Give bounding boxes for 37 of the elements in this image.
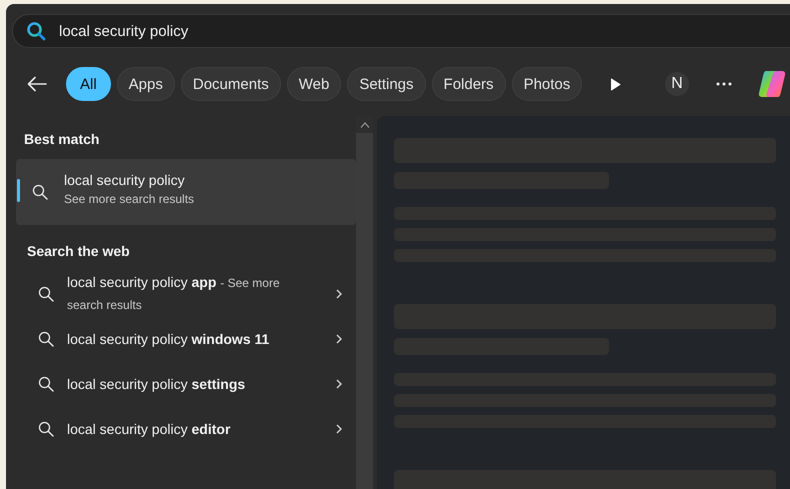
chevron-icon bbox=[336, 288, 342, 298]
back-icon[interactable] bbox=[27, 76, 47, 92]
search-icon bbox=[26, 21, 46, 41]
best-match-item[interactable]: local security policy See more search results bbox=[16, 159, 356, 225]
filter-tab[interactable]: Folders bbox=[432, 67, 506, 101]
web-result-item[interactable]: local security policy app - See more search results bbox=[6, 271, 356, 316]
result-title: local security policy editor bbox=[67, 420, 230, 439]
result-title: local security policy settings bbox=[67, 374, 246, 394]
filter-tab[interactable]: Apps bbox=[116, 67, 175, 101]
result-title: local security policy bbox=[64, 172, 186, 188]
chevron-icon bbox=[336, 424, 342, 434]
filter-tab[interactable]: Web bbox=[286, 67, 342, 101]
search-icon bbox=[38, 420, 54, 436]
scrollbar[interactable] bbox=[356, 116, 373, 489]
chevron-icon bbox=[336, 378, 342, 388]
result-title: local security policy app - See more search results bbox=[67, 273, 281, 314]
filter-tab[interactable]: Settings bbox=[347, 67, 426, 101]
result-title: local security policy windows 11 bbox=[67, 330, 270, 349]
section-heading: Best match bbox=[23, 130, 100, 145]
account-button[interactable]: N bbox=[665, 72, 689, 96]
web-result-item[interactable]: local security policy windows 11 bbox=[6, 316, 356, 361]
filter-tab[interactable]: Documents bbox=[180, 67, 281, 101]
search-icon bbox=[38, 286, 54, 302]
more-icon[interactable] bbox=[716, 82, 732, 86]
filter-tab[interactable]: All bbox=[66, 67, 111, 101]
chevron-icon bbox=[336, 334, 342, 344]
section-heading: Search the web bbox=[26, 243, 131, 261]
web-result-item[interactable]: local security policy settings bbox=[6, 361, 356, 406]
filter-tab[interactable]: Photos bbox=[512, 67, 582, 101]
colorful-logo-icon[interactable] bbox=[756, 68, 788, 100]
search-icon bbox=[38, 330, 54, 346]
result-subtitle: See more search results bbox=[64, 192, 194, 206]
play-icon[interactable] bbox=[610, 78, 622, 90]
search-icon bbox=[32, 184, 48, 200]
search-field[interactable]: local security policy bbox=[12, 14, 790, 48]
search-icon bbox=[38, 376, 54, 392]
web-result-item[interactable]: local security policy editor bbox=[6, 406, 356, 451]
